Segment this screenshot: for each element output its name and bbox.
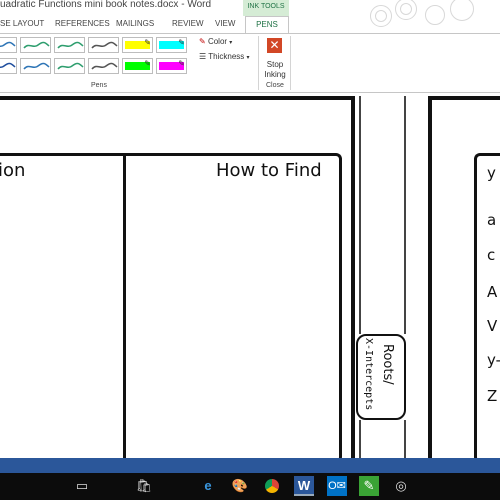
paint-icon[interactable]: 🎨 [230,476,250,496]
pen-swatch[interactable] [54,37,85,53]
pen-swatch[interactable] [20,37,51,53]
tab-review[interactable]: REVIEW [172,19,204,28]
gutter-line [359,420,361,460]
pen-swatch[interactable] [88,37,119,53]
right-page-text: V [487,317,498,335]
ink-tools-context-tab: INK TOOLS [243,0,289,16]
highlighter-swatch[interactable]: ✎ [122,58,153,74]
right-page-text: A [487,283,498,301]
highlighter-swatch[interactable]: ✎ [122,37,153,53]
gutter-line [404,420,406,460]
table-header-left: ion [0,160,26,181]
word-status-bar [0,458,500,473]
side-tab-label: Roots/ X-Intercepts [363,338,395,410]
table-header-how-to-find: How to Find [216,160,322,181]
outlook-icon[interactable]: O✉ [327,476,347,496]
word-icon[interactable]: W [294,476,314,496]
edge-icon[interactable]: e [198,476,218,496]
pen-swatch[interactable] [0,37,17,53]
right-page-text: c [487,246,496,264]
pen-swatch[interactable] [54,58,85,74]
green-app-icon[interactable]: ✎ [359,476,379,496]
ribbon-separator [258,36,259,90]
color-label: Color [207,37,228,46]
right-page-text: Z [487,387,498,405]
right-page-text: y- [487,351,500,369]
right-page-text: a [487,211,497,229]
tab-view[interactable]: VIEW [215,19,235,28]
pens-group-label: Pens [91,82,107,89]
right-page-text: y [487,164,496,182]
chevron-down-icon: ▾ [229,40,233,46]
window-title: uadratic Functions mini book notes.docx … [0,0,212,10]
notes-table [0,153,342,466]
thickness-icon: ☰ [199,52,207,61]
task-view-icon[interactable]: ▭ [72,476,92,496]
side-tab-line1: Roots/ [380,344,395,385]
store-icon[interactable]: 🛍 [134,476,154,496]
pen-swatch[interactable] [88,58,119,74]
tab-pens[interactable]: PENS [245,16,289,34]
word-window: uadratic Functions mini book notes.docx … [0,0,500,500]
tab-mailings[interactable]: MAILINGS [116,19,154,28]
ribbon-separator [290,36,291,90]
thickness-button[interactable]: ☰ Thickness ▾ [199,52,250,61]
background-swirl-decoration [400,3,412,15]
pen-swatch[interactable] [0,58,17,74]
chevron-down-icon: ▾ [246,55,250,61]
right-notes-table [474,153,500,463]
roots-x-intercepts-tab: Roots/ X-Intercepts [356,334,406,420]
color-button[interactable]: ✎ Color ▾ [199,37,232,46]
tab-page-layout[interactable]: SE LAYOUT [0,19,44,28]
gutter-line [404,96,406,334]
highlighter-swatch[interactable]: ✎ [156,58,187,74]
highlighter-swatch[interactable]: ✎ [156,37,187,53]
stop-inking-label[interactable]: Stop Inking [262,60,288,80]
stop-inking-icon[interactable]: ✕ [267,38,282,53]
close-group-label: Close [266,82,284,89]
pen-color-icon: ✎ [199,37,206,46]
gutter-line [359,96,361,334]
thickness-label: Thickness [208,52,245,61]
side-tab-line2: X-Intercepts [363,338,374,410]
stop-label-line1: Stop [266,60,284,69]
table-column-divider [123,156,126,466]
stop-label-line2: Inking [264,70,286,79]
circle-app-icon[interactable]: ◎ [391,476,411,496]
pen-swatch[interactable] [20,58,51,74]
tab-references[interactable]: REFERENCES [55,19,110,28]
chrome-icon[interactable] [262,476,282,496]
